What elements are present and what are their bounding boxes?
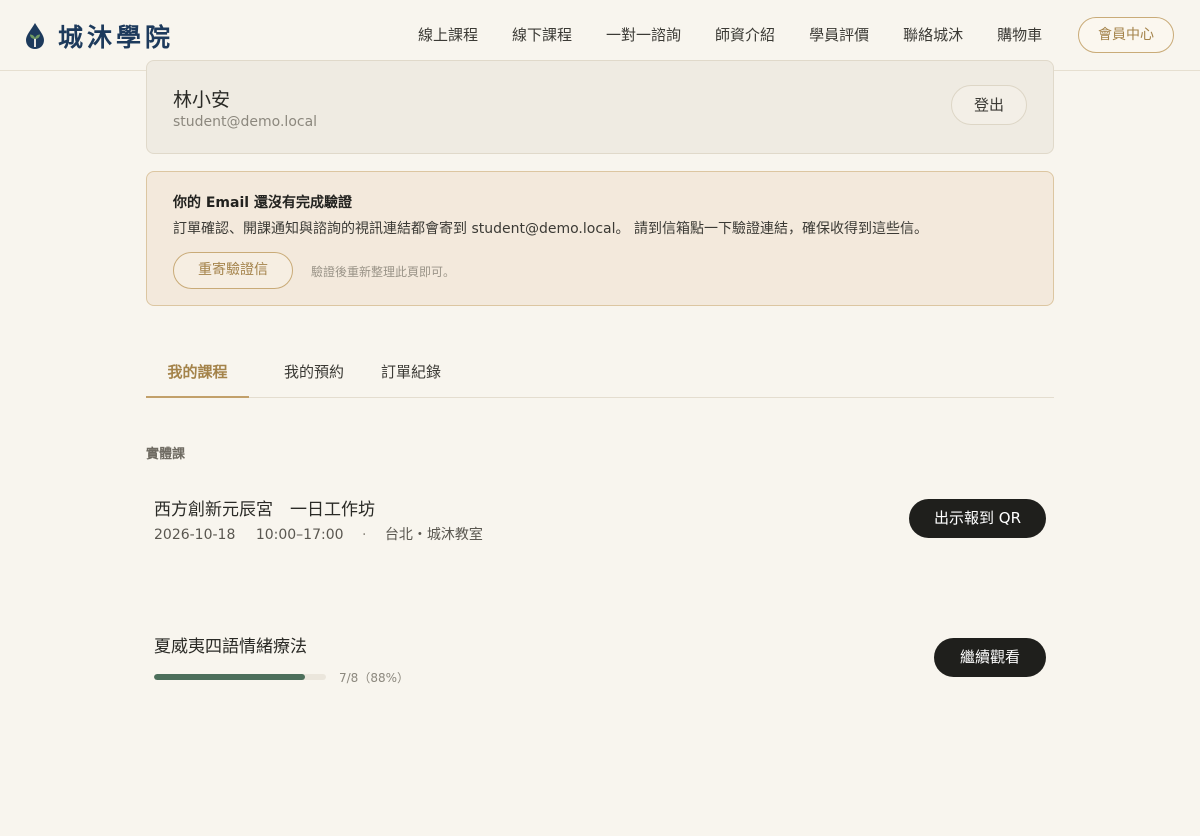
course-progress-label: 7/8（88%） bbox=[339, 671, 409, 685]
alert-hint: 驗證後重新整理此頁即可。 bbox=[311, 265, 456, 279]
meta-separator: · bbox=[361, 527, 367, 543]
tab-order-history[interactable]: 訂單紀錄 bbox=[372, 352, 450, 398]
logout-button[interactable]: 登出 bbox=[951, 85, 1027, 125]
nav-teachers[interactable]: 師資介紹 bbox=[715, 24, 775, 46]
section-label: 實體課 bbox=[146, 447, 186, 462]
continue-watching-button[interactable]: 繼續觀看 bbox=[934, 638, 1046, 677]
account-tabs: 我的課程 我的預約 訂單紀錄 bbox=[146, 352, 1054, 398]
course-location: 台北・城沐教室 bbox=[384, 527, 483, 543]
nav-consultation[interactable]: 一對一諮詢 bbox=[606, 24, 681, 46]
profile-card: 林小安 student@demo.local 登出 bbox=[146, 60, 1054, 154]
main-nav: 線上課程 線下課程 一對一諮詢 師資介紹 學員評價 聯絡城沐 購物車 bbox=[418, 24, 1076, 46]
nav-contact[interactable]: 聯絡城沐 bbox=[903, 24, 963, 46]
course-title: 夏威夷四語情緒療法 bbox=[154, 637, 307, 657]
brand-logo-link[interactable]: 城沐學院 bbox=[24, 19, 174, 53]
profile-name: 林小安 bbox=[173, 89, 231, 111]
nav-reviews[interactable]: 學員評價 bbox=[809, 24, 869, 46]
member-center-button[interactable]: 會員中心 bbox=[1078, 17, 1174, 53]
water-drop-sprout-icon bbox=[26, 23, 44, 49]
course-progress-fill bbox=[154, 674, 306, 680]
alert-message: 訂單確認、開課通知與諮詢的視訊連結都會寄到 student@demo.local… bbox=[173, 221, 928, 237]
nav-online-courses[interactable]: 線上課程 bbox=[418, 24, 478, 46]
nav-cart[interactable]: 購物車 bbox=[997, 24, 1042, 46]
tab-my-courses[interactable]: 我的課程 bbox=[146, 352, 249, 398]
profile-email: student@demo.local bbox=[173, 114, 318, 130]
course-time: 10:00–17:00 bbox=[255, 527, 344, 543]
brand-name: 城沐學院 bbox=[58, 23, 175, 52]
alert-title: 你的 Email 還沒有完成驗證 bbox=[173, 195, 352, 211]
course-date: 2026-10-18 bbox=[154, 527, 236, 543]
show-checkin-qr-button[interactable]: 出示報到 QR bbox=[909, 499, 1046, 538]
course-progress-bar bbox=[154, 674, 326, 680]
tab-my-bookings[interactable]: 我的預約 bbox=[264, 352, 364, 398]
resend-verification-button[interactable]: 重寄驗證信 bbox=[173, 252, 293, 289]
nav-offline-courses[interactable]: 線下課程 bbox=[512, 24, 572, 46]
course-meta: 2026-10-18 10:00–17:00 · 台北・城沐教室 bbox=[154, 524, 483, 544]
course-title: 西方創新元辰宮 一日工作坊 bbox=[154, 500, 375, 520]
email-verification-alert: 你的 Email 還沒有完成驗證 訂單確認、開課通知與諮詢的視訊連結都會寄到 s… bbox=[146, 171, 1054, 306]
